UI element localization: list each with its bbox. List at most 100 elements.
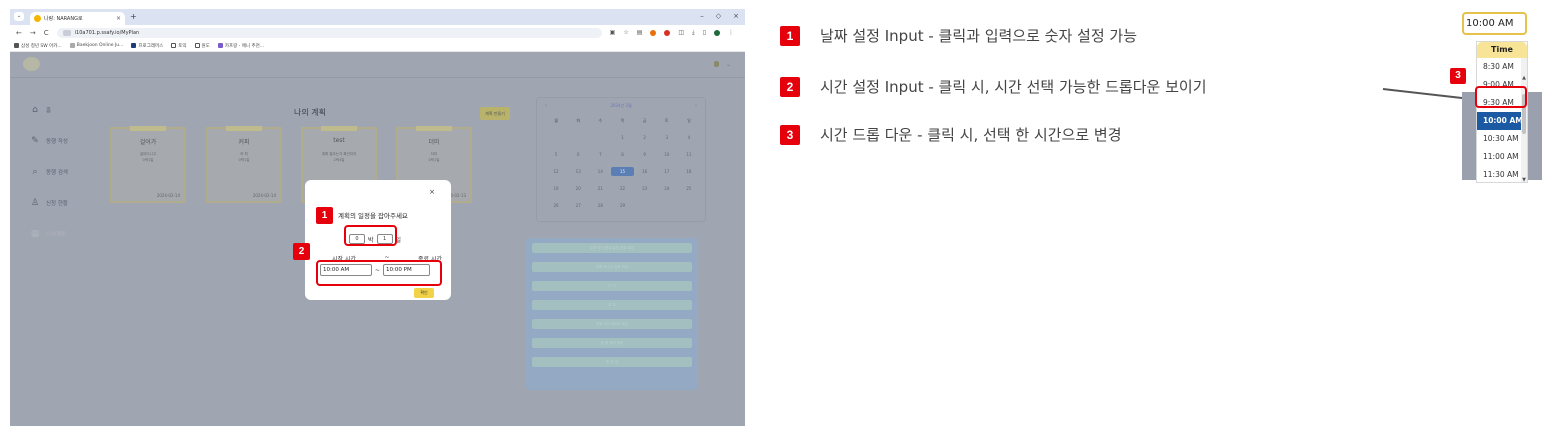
calendar-day[interactable]: 4 [678,133,700,142]
calendar-day[interactable]: 19 [545,184,567,193]
calendar-day[interactable]: 10 [656,150,678,159]
bookmark-item[interactable]: 프로그래머스 [131,43,163,49]
annotation-box-3 [1475,86,1527,108]
calendar-month: 2024년 2월 [610,103,632,108]
calendar-day[interactable]: 26 [545,201,567,210]
time-option[interactable]: 10:00 AM [1477,112,1527,130]
event-item[interactable]: 최 종 검 [532,357,692,367]
time-option[interactable]: 10:30 AM [1477,130,1527,148]
event-item[interactable]: 오후 주식 중요 일정 공유 회의 [532,243,692,253]
bookmark-folder[interactable]: 토익 [171,43,187,49]
calendar-day[interactable]: 15 [611,167,634,176]
new-tab-icon[interactable]: + [130,12,137,21]
bookmark-item[interactable]: 카프랑 - 애니 추천... [217,43,264,49]
calendar-day[interactable]: 29 [611,201,633,210]
calendar-day[interactable]: 17 [656,167,678,176]
calendar-icon: ▦ [30,229,40,239]
site-info-icon[interactable] [62,29,71,36]
time-option[interactable]: 8:30 AM [1477,58,1527,76]
forward-icon[interactable]: → [30,29,36,37]
calendar-day[interactable]: 7 [589,150,611,159]
close-window-icon[interactable]: × [733,12,739,20]
bookmark-item[interactable]: Baekjoon Online Ju... [69,43,123,48]
calendar-day[interactable]: 11 [678,150,700,159]
home-icon: ⌂ [32,105,38,115]
calendar-day[interactable]: 8 [611,150,633,159]
calendar-day[interactable]: 18 [678,167,700,176]
profile-avatar[interactable] [714,29,721,36]
reader-icon[interactable]: ▤ [637,29,643,36]
bookmark-icon [217,43,223,48]
sidebar-item-applications[interactable]: ♙ 신청 현황 [30,198,68,208]
back-icon[interactable]: ← [16,29,22,37]
annotation-box-1 [344,225,397,246]
minimize-icon[interactable]: – [700,12,704,20]
weekday-label: 금 [642,118,647,123]
bookmark-folder[interactable]: 원도 [194,43,210,49]
sidebar-item-myplan[interactable]: ▦ 나의계획 [30,229,67,239]
time-dropdown[interactable]: Time 8:30 AM 9:00 AM 9:30 AM 10:00 AM 10:30 … [1476,41,1528,183]
calendar-next-icon[interactable]: › [695,103,697,109]
app-logo[interactable] [23,57,40,71]
event-item[interactable]: 계획 초안 마무리 공유 [532,319,692,329]
card-tab [130,126,166,131]
calendar-day[interactable]: 22 [611,184,633,193]
event-item[interactable]: 팀 원 회의 정리 [532,338,692,348]
calendar-day[interactable]: 6 [567,150,589,159]
event-item[interactable]: 계획 보고서 검토 미팅 [532,262,692,272]
tab-search-button[interactable]: ⌄ [14,12,24,21]
time-option[interactable]: 11:30 AM [1477,166,1527,182]
dropdown-scrollbar[interactable]: ▲ ▼ [1521,58,1527,182]
calendar-day[interactable]: 9 [634,150,656,159]
sidebar-item-write[interactable]: ✎ 동행 작성 [30,136,68,146]
extension-icon[interactable] [664,29,671,36]
active-tab[interactable]: 나랑: NARANG로 × [30,12,125,25]
calendar-empty-cell [589,133,611,142]
restore-icon[interactable]: ◇ [716,12,721,20]
sidebar-item-home[interactable]: ⌂ 홈 [30,105,51,115]
calendar-day[interactable]: 12 [545,167,567,176]
calendar-day[interactable]: 25 [678,184,700,193]
calendar-day[interactable]: 5 [545,150,567,159]
calendar-day[interactable]: 14 [589,167,611,176]
scroll-up-icon[interactable]: ▲ [1522,75,1526,81]
plan-card[interactable]: 걸어가 걸어다니고 0박1일 2024-02-14 [110,126,186,203]
bookmark-icon [131,43,137,48]
address-bar[interactable]: i10a701.p.ssafy.io/MyPlan [56,27,602,38]
calendar-day[interactable]: 1 [611,133,633,142]
event-item[interactable]: 아 이 [532,281,692,291]
menu-icon[interactable]: ⋮ [728,29,734,36]
calendar-day[interactable]: 20 [567,184,589,193]
calendar-day[interactable]: 13 [567,167,589,176]
calendar-day[interactable]: 21 [589,184,611,193]
tab-close-icon[interactable]: × [116,15,125,22]
time-option[interactable]: 11:00 AM [1477,148,1527,166]
extensions-icon[interactable]: ◫ [678,29,684,36]
extension-icon[interactable] [650,29,657,36]
create-plan-button[interactable]: 계획 만들기 [480,107,510,120]
card-summary: 더미 0박1일 [428,152,440,162]
calendar-day[interactable]: 2 [634,133,656,142]
reload-icon[interactable]: C [44,29,49,37]
zoom-time-input[interactable]: 10:00 AM [1462,12,1527,35]
legend-badge: 2 [780,76,800,97]
folder-icon [194,43,200,48]
download-icon[interactable]: ⤓ [692,29,695,37]
calendar-day[interactable]: 3 [656,133,678,142]
notification-icon[interactable] [714,61,719,67]
sidebar-item-search[interactable]: ⌕ 동행 검색 [30,167,68,177]
calendar-day[interactable]: 23 [634,184,656,193]
translate-icon[interactable]: ▣ [610,29,616,36]
calendar-day[interactable]: 16 [634,167,656,176]
plan-card[interactable]: 커피 커 피 0박1일 2024-02-14 [206,126,282,203]
calendar-day[interactable]: 24 [656,184,678,193]
bookmark-item[interactable]: 삼성 청년 SW 아카... [14,43,62,49]
calendar-day[interactable]: 28 [589,201,611,210]
sidepanel-icon[interactable]: ▯ [703,29,706,36]
close-icon[interactable]: × [429,188,435,196]
bookmark-star-icon[interactable]: ☆ [623,29,628,36]
confirm-button[interactable]: 확인 [414,288,434,298]
calendar-day[interactable]: 27 [567,201,589,210]
profile-menu-icon[interactable]: ⌄ [726,61,731,68]
event-item[interactable]: 로 트 [532,300,692,310]
